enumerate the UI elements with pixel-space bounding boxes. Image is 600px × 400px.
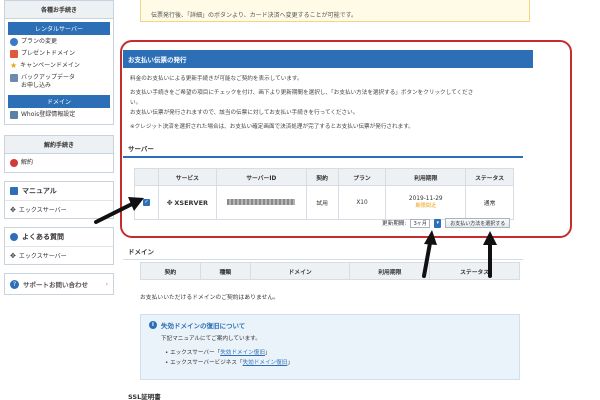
highlight-frame (120, 40, 572, 238)
list-item: • エックスサーバー「失効ドメイン復旧」 (165, 350, 271, 356)
manual-title: マニュアル (5, 182, 113, 201)
speech-bubble-icon (10, 233, 18, 241)
sidebar-item-label: プランの変更 (21, 38, 58, 45)
rental-server-label: レンタルサーバー (8, 22, 110, 35)
notice-box: 伝票発行後、「詳細」のボタンより、カード決済へ変更することが可能です。 (140, 0, 530, 22)
column-header: 利用期限 (349, 262, 431, 280)
faq-box: よくある質問 ✥ エックスサーバー (4, 227, 114, 265)
manual-box: マニュアル ✥ エックスサーバー (4, 181, 114, 219)
procedures-title: 各種お手続き (5, 1, 113, 19)
restore-subtitle: 下記マニュアルにてご案内しています。 (161, 336, 261, 342)
ssl-section-title: SSL証明書 (123, 388, 523, 400)
domain-empty-message: お支払いいただけるドメインのご契約はありません。 (140, 295, 279, 301)
notice-text: 伝票発行後、「詳細」のボタンより、カード決済へ変更することが可能です。 (151, 12, 358, 19)
sidebar-item-whois[interactable]: Whois登録情報設定 (5, 109, 113, 124)
document-icon (10, 111, 18, 119)
cancel-title: 解約手続き (5, 136, 113, 154)
sidebar-item-present-domain[interactable]: プレゼントドメイン (5, 48, 113, 60)
star-icon: ★ (10, 61, 18, 70)
table-header-row: 契約 種類 ドメイン 利用期限 ステータス (140, 262, 520, 280)
domain-table: 契約 種類 ドメイン 利用期限 ステータス (140, 262, 520, 280)
column-header: 種類 (199, 262, 251, 280)
plan-change-icon (10, 38, 18, 46)
cancel-icon (10, 159, 18, 167)
column-header: ステータス (429, 262, 520, 280)
book-icon (10, 187, 18, 195)
column-header: ドメイン (249, 262, 351, 280)
restore-title: i 失効ドメインの復旧について (149, 320, 511, 330)
sidebar-item-backup[interactable]: バックアップデータ お申し込み (5, 72, 113, 92)
cancel-box: 解約手続き 解約 (4, 135, 114, 173)
faq-title: よくある質問 (5, 228, 113, 247)
info-icon: i (149, 321, 157, 329)
restore-domain-box: i 失効ドメインの復旧について 下記マニュアルにてご案内しています。 • エック… (140, 314, 520, 380)
contact-support-button[interactable]: ? サポートお問い合わせ › (4, 273, 114, 295)
restore-manual-link[interactable]: 失効ドメイン復旧 (220, 350, 265, 356)
backup-icon (10, 74, 18, 82)
sidebar-item-cancel[interactable]: 解約 (5, 154, 113, 172)
xserver-icon: ✥ (10, 251, 16, 260)
list-item: • エックスサーバービジネス「失効ドメイン復旧」 (165, 360, 293, 366)
chevron-right-icon: › (105, 280, 108, 288)
faq-link-xserver[interactable]: ✥ エックスサーバー (5, 247, 113, 264)
sidebar-item-label: プレゼントドメイン (21, 50, 76, 57)
gift-icon (10, 50, 18, 58)
sidebar-item-label: バックアップデータ お申し込み (21, 74, 76, 89)
procedures-box: 各種お手続き レンタルサーバー プランの変更 プレゼントドメイン ★ キャンペー… (4, 0, 114, 125)
sidebar-item-label: キャンペーンドメイン (20, 62, 80, 69)
column-header: 契約 (140, 262, 201, 280)
sidebar: 各種お手続き レンタルサーバー プランの変更 プレゼントドメイン ★ キャンペー… (4, 0, 114, 400)
domain-section-title: ドメイン (123, 243, 523, 260)
sidebar-item-label: 解約 (21, 159, 34, 166)
domain-label: ドメイン (8, 95, 110, 108)
help-circle-icon: ? (10, 279, 19, 289)
xserver-icon: ✥ (10, 205, 16, 214)
manual-link-xserver[interactable]: ✥ エックスサーバー (5, 201, 113, 218)
sidebar-item-label: Whois登録情報設定 (21, 111, 76, 118)
main-content: 伝票発行後、「詳細」のボタンより、カード決済へ変更することが可能です。 お支払い… (120, 0, 572, 400)
restore-manual-link[interactable]: 失効ドメイン復旧 (243, 360, 288, 366)
sidebar-item-campaign-domain[interactable]: ★ キャンペーンドメイン (5, 60, 113, 72)
sidebar-item-plan-change[interactable]: プランの変更 (5, 36, 113, 48)
